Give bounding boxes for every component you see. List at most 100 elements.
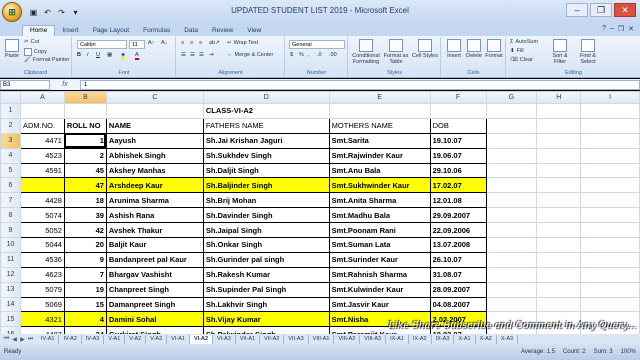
- cell-adm-no[interactable]: 4428: [19, 192, 65, 209]
- cell-roll-no[interactable]: 39: [63, 207, 107, 224]
- cell[interactable]: [536, 103, 582, 119]
- cell-dob[interactable]: 04.08.2007: [429, 296, 487, 313]
- currency-button[interactable]: $: [290, 52, 293, 58]
- cell-father-name[interactable]: Sh.Vijay Kumar: [202, 311, 330, 328]
- zoom-level[interactable]: 100%: [621, 349, 636, 355]
- cell-mother-name[interactable]: Smt.Rahnish Sharma: [328, 266, 431, 283]
- sheet-tab-ix-a2[interactable]: IX-A2: [409, 334, 432, 344]
- sheet-tab-v-a2[interactable]: V-A2: [125, 334, 147, 344]
- cell-adm-no[interactable]: 4487: [19, 326, 65, 334]
- font-color-icon[interactable]: A: [135, 52, 139, 60]
- cell-mother-name[interactable]: Smt.Sarita: [328, 132, 431, 149]
- col-header-f[interactable]: F: [429, 91, 487, 104]
- col-header-b[interactable]: B: [63, 91, 107, 104]
- row-header[interactable]: 6: [0, 177, 21, 194]
- cell-dob[interactable]: 12.01.08: [429, 192, 487, 209]
- cell[interactable]: [485, 192, 538, 209]
- cell[interactable]: [536, 132, 582, 149]
- cell-roll-no[interactable]: 1: [63, 132, 107, 149]
- tab-page-layout[interactable]: Page Layout: [86, 26, 137, 36]
- redo-icon[interactable]: ↷: [56, 7, 67, 18]
- cell-name[interactable]: Akshey Manhas: [105, 162, 204, 179]
- office-button[interactable]: ⊞: [2, 2, 22, 22]
- sheet-tab-vii-a3[interactable]: VII-A3: [284, 334, 309, 344]
- header-cell-adm[interactable]: ADM.NO.: [19, 117, 65, 134]
- sheet-tab-x-a3[interactable]: X-A3: [497, 334, 519, 344]
- cell[interactable]: [536, 147, 582, 164]
- cell-dob[interactable]: 19.10.07: [429, 132, 487, 149]
- header-cell-dob[interactable]: DOB: [429, 117, 487, 134]
- row-header[interactable]: 15: [0, 311, 21, 328]
- cell[interactable]: [536, 251, 582, 268]
- sheet-tab-vi-a1[interactable]: VI-A1: [167, 334, 190, 344]
- cell[interactable]: [580, 237, 640, 253]
- cell[interactable]: [580, 281, 640, 298]
- merge-center-button[interactable]: ⇔ Merge & Center: [227, 52, 273, 58]
- first-sheet-icon[interactable]: ⏮: [3, 336, 10, 343]
- help-icon[interactable]: ?: [602, 25, 606, 33]
- undo-icon[interactable]: ↶: [42, 7, 53, 18]
- autosum-button[interactable]: Σ AutoSum: [510, 39, 538, 45]
- cell-adm-no[interactable]: 4471: [19, 132, 65, 149]
- cell[interactable]: [485, 266, 538, 283]
- decrease-decimal-icon[interactable]: .00: [329, 52, 337, 58]
- fx-icon[interactable]: fx: [50, 81, 80, 88]
- cell[interactable]: [485, 147, 538, 164]
- cell-dob[interactable]: 28.09.2007: [429, 281, 487, 298]
- sheet-tab-ix-a3[interactable]: IX-A3: [432, 334, 455, 344]
- cell-father-name[interactable]: Sh.Daljit Singh: [202, 162, 330, 179]
- row-header[interactable]: 4: [0, 147, 21, 164]
- cell[interactable]: [328, 103, 431, 119]
- sheet-tab-v-a1[interactable]: V-A1: [104, 334, 126, 344]
- cell-name[interactable]: Arshdeep Kaur: [105, 177, 204, 194]
- sheet-title-cell[interactable]: CLASS-VI-A2: [202, 103, 330, 119]
- cell[interactable]: [580, 222, 640, 239]
- cell-dob[interactable]: 29.09.2007: [429, 207, 487, 224]
- col-header-i[interactable]: I: [580, 91, 640, 104]
- cell-roll-no[interactable]: 4: [63, 311, 107, 328]
- row-header[interactable]: 9: [0, 222, 21, 239]
- cell-roll-no[interactable]: 20: [63, 237, 107, 253]
- cell-mother-name[interactable]: Smt.Surinder Kaur: [328, 251, 431, 268]
- borders-icon[interactable]: ▦: [107, 52, 112, 58]
- ribbon-restore-icon[interactable]: ❐: [618, 25, 624, 33]
- sheet-tab-vii-a1[interactable]: VII-A1: [236, 334, 261, 344]
- cell[interactable]: [485, 222, 538, 239]
- cell-adm-no[interactable]: [19, 177, 65, 194]
- row-header[interactable]: 13: [0, 281, 21, 298]
- select-all-corner[interactable]: [0, 91, 21, 104]
- col-header-a[interactable]: A: [19, 91, 65, 104]
- cell[interactable]: [485, 207, 538, 224]
- cell[interactable]: [536, 222, 582, 239]
- col-header-h[interactable]: H: [536, 91, 582, 104]
- cell-name[interactable]: Baljit Kaur: [105, 237, 204, 253]
- row-header[interactable]: 11: [0, 251, 21, 268]
- cell-name[interactable]: Aayush: [105, 132, 204, 149]
- cell[interactable]: [536, 207, 582, 224]
- cell-adm-no[interactable]: 4321: [19, 311, 65, 328]
- grow-font-icon[interactable]: A↑: [148, 40, 154, 46]
- cell[interactable]: [580, 296, 640, 313]
- cell[interactable]: [485, 177, 538, 194]
- sheet-tab-vii-a2[interactable]: VII-A2: [260, 334, 285, 344]
- cell-father-name[interactable]: Sh.Onkar Singh: [202, 237, 330, 253]
- sheet-tab-x-a1[interactable]: X-A1: [454, 334, 476, 344]
- cell-father-name[interactable]: Sh.Baljinder Singh: [202, 177, 330, 194]
- cell[interactable]: [536, 162, 582, 179]
- delete-cells-button[interactable]: Delete: [464, 39, 484, 59]
- italic-button[interactable]: I: [87, 52, 89, 58]
- cell[interactable]: [485, 103, 538, 119]
- align-top-icon[interactable]: ≡: [181, 40, 184, 46]
- cell[interactable]: [536, 237, 582, 253]
- header-cell-mother[interactable]: MOTHERS NAME: [328, 117, 431, 134]
- sheet-tab-viii-a1[interactable]: VIII-A1: [309, 334, 335, 344]
- cell[interactable]: [580, 266, 640, 283]
- name-box[interactable]: B3: [0, 79, 50, 90]
- cell-roll-no[interactable]: 7: [63, 266, 107, 283]
- last-sheet-icon[interactable]: ⏭: [27, 336, 34, 343]
- cell[interactable]: [580, 147, 640, 164]
- cell-name[interactable]: Ashish Rana: [105, 207, 204, 224]
- tab-review[interactable]: Review: [205, 26, 240, 36]
- cell-name[interactable]: Avshek Thakur: [105, 222, 204, 239]
- ribbon-close-icon[interactable]: ✕: [628, 25, 634, 33]
